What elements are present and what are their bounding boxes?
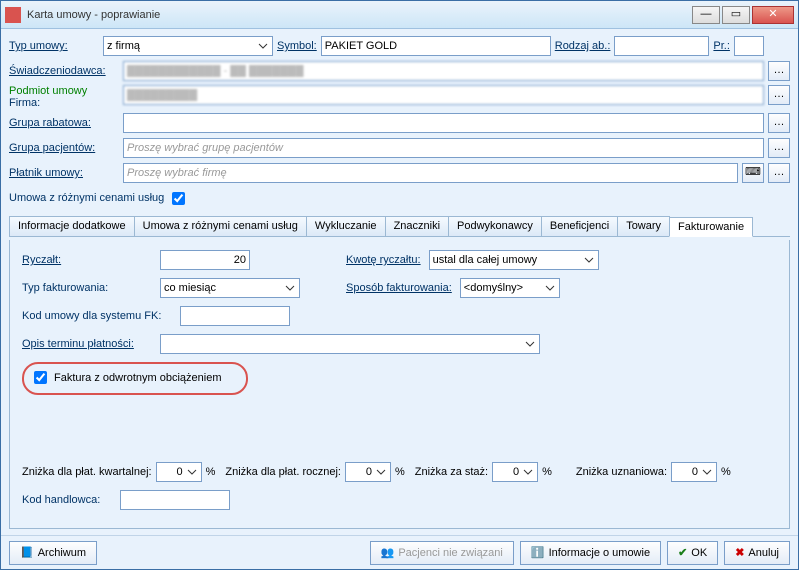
symbol-input[interactable] xyxy=(321,36,551,56)
typ-fakturowania-select[interactable]: co miesiąc xyxy=(160,278,300,298)
percent-1: % xyxy=(206,466,216,478)
pacjenci-nie-zwiazani-button: 👥 Pacjenci nie związani xyxy=(370,541,514,565)
rodzaj-ab-label: Rodzaj ab.: xyxy=(555,40,611,52)
percent-2: % xyxy=(395,466,405,478)
kod-handlowca-label: Kod handlowca: xyxy=(22,494,112,506)
archive-icon: 📘 xyxy=(20,546,34,559)
maximize-button[interactable]: ▭ xyxy=(722,6,750,24)
ryczalt-input[interactable] xyxy=(160,250,250,270)
znizka-roczna-select[interactable]: 0 xyxy=(345,462,391,482)
typ-umowy-label: Typ umowy: xyxy=(9,40,99,52)
podmiot-umowy-label: Podmiot umowy xyxy=(9,85,119,97)
minimize-button[interactable]: — xyxy=(692,6,720,24)
firma-label: Firma: xyxy=(9,97,119,109)
content-area: Typ umowy: z firmą Symbol: Rodzaj ab.: P… xyxy=(1,29,798,535)
znizka-roczna-label: Zniżka dla płat. rocznej: xyxy=(225,466,341,478)
znizka-uznaniowa-select[interactable]: 0 xyxy=(671,462,717,482)
kod-handlowca-input[interactable] xyxy=(120,490,230,510)
opis-terminu-select[interactable] xyxy=(160,334,540,354)
tab-pane-fakturowanie: Ryczałt: Kwotę ryczałtu: ustal dla całej… xyxy=(9,240,790,529)
znizka-kwartalna-select[interactable]: 0 xyxy=(156,462,202,482)
sposob-fakturowania-select[interactable]: <domyślny> xyxy=(460,278,560,298)
percent-4: % xyxy=(721,466,731,478)
tab-towary[interactable]: Towary xyxy=(617,216,670,236)
anuluj-button[interactable]: ✖ Anuluj xyxy=(724,541,790,565)
titlebar: Karta umowy - poprawianie — ▭ ✕ xyxy=(1,1,798,29)
pr-label: Pr.: xyxy=(713,40,730,52)
kwote-ryczaltu-select[interactable]: ustal dla całej umowy xyxy=(429,250,599,270)
tab-wykluczanie[interactable]: Wykluczanie xyxy=(306,216,386,236)
grupa-pacjentow-input[interactable] xyxy=(123,138,764,158)
tab-beneficjenci[interactable]: Beneficjenci xyxy=(541,216,618,236)
grupa-pacjentow-label: Grupa pacjentów: xyxy=(9,142,119,154)
archiwum-button[interactable]: 📘 Archiwum xyxy=(9,541,97,565)
footer: 📘 Archiwum 👥 Pacjenci nie związani ℹ️ In… xyxy=(1,535,798,569)
kod-fk-label: Kod umowy dla systemu FK: xyxy=(22,310,172,322)
check-icon: ✔ xyxy=(678,546,687,559)
firma-input[interactable] xyxy=(123,85,764,105)
informacje-o-umowie-button[interactable]: ℹ️ Informacje o umowie xyxy=(520,541,661,565)
app-window: Karta umowy - poprawianie — ▭ ✕ Typ umow… xyxy=(0,0,799,570)
tab-znaczniki[interactable]: Znaczniki xyxy=(385,216,449,236)
tab-podwykonawcy[interactable]: Podwykonawcy xyxy=(448,216,542,236)
swiadczeniodawca-input[interactable] xyxy=(123,61,764,81)
typ-fakturowania-label: Typ fakturowania: xyxy=(22,282,152,294)
symbol-label: Symbol: xyxy=(277,40,317,52)
swiadczeniodawca-label: Świadczeniodawca: xyxy=(9,65,119,77)
window-title: Karta umowy - poprawianie xyxy=(27,9,692,21)
tab-rozne-ceny[interactable]: Umowa z różnymi cenami usług xyxy=(134,216,307,236)
tab-informacje-dodatkowe[interactable]: Informacje dodatkowe xyxy=(9,216,135,236)
firma-browse-button[interactable]: … xyxy=(768,85,790,105)
opis-terminu-label: Opis terminu płatności: xyxy=(22,338,152,350)
tab-fakturowanie[interactable]: Fakturowanie xyxy=(669,217,753,237)
swiadczeniodawca-browse-button[interactable]: … xyxy=(768,61,790,81)
tab-bar: Informacje dodatkowe Umowa z różnymi cen… xyxy=(9,216,790,237)
znizka-kwartalna-label: Zniżka dla płat. kwartalnej: xyxy=(22,466,152,478)
app-icon xyxy=(5,7,21,23)
znizka-uznaniowa-label: Zniżka uznaniowa: xyxy=(576,466,667,478)
users-icon: 👥 xyxy=(381,546,395,559)
grupa-rabatowa-browse-button[interactable]: … xyxy=(768,113,790,133)
grupa-pacjentow-browse-button[interactable]: … xyxy=(768,138,790,158)
znizka-staz-select[interactable]: 0 xyxy=(492,462,538,482)
kwote-ryczaltu-label: Kwotę ryczałtu: xyxy=(346,254,421,266)
ok-button[interactable]: ✔ OK xyxy=(667,541,718,565)
platnik-umowy-input[interactable] xyxy=(123,163,738,183)
percent-3: % xyxy=(542,466,552,478)
odwrotne-obciazenie-label: Faktura z odwrotnym obciążeniem xyxy=(54,372,222,384)
grupa-rabatowa-input[interactable] xyxy=(123,113,764,133)
platnik-umowy-special-button[interactable]: ⌨ xyxy=(742,163,764,183)
rozne-ceny-label: Umowa z różnymi cenami usług xyxy=(9,192,164,204)
kod-fk-input[interactable] xyxy=(180,306,290,326)
typ-umowy-select[interactable]: z firmą xyxy=(103,36,273,56)
info-icon: ℹ️ xyxy=(531,546,545,559)
odwrotne-obciazenie-checkbox[interactable] xyxy=(34,371,47,384)
cancel-icon: ✖ xyxy=(735,546,744,559)
platnik-umowy-browse-button[interactable]: … xyxy=(768,163,790,183)
ryczalt-label: Ryczałt: xyxy=(22,254,152,266)
rodzaj-ab-input[interactable] xyxy=(614,36,709,56)
sposob-fakturowania-label: Sposób fakturowania: xyxy=(346,282,452,294)
znizka-staz-label: Zniżka za staż: xyxy=(415,466,488,478)
platnik-umowy-label: Płatnik umowy: xyxy=(9,167,119,179)
rozne-ceny-checkbox[interactable] xyxy=(172,192,185,205)
pr-input[interactable] xyxy=(734,36,764,56)
close-button[interactable]: ✕ xyxy=(752,6,794,24)
grupa-rabatowa-label: Grupa rabatowa: xyxy=(9,117,119,129)
odwrotne-obciazenie-highlight: Faktura z odwrotnym obciążeniem xyxy=(22,362,248,395)
